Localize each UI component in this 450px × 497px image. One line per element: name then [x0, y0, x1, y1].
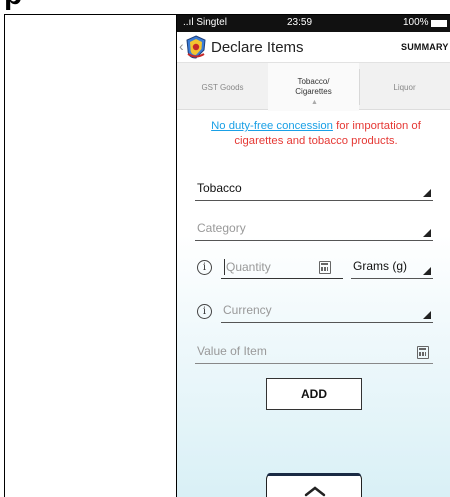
battery-percent: 100% [403, 17, 429, 28]
duty-free-concession-link[interactable]: No duty-free concession [211, 120, 333, 132]
expand-sheet-handle[interactable] [266, 473, 362, 497]
selected-type: Tobacco [197, 181, 242, 195]
dropdown-triangle-icon [423, 229, 431, 237]
tab-tobacco-cigarettes[interactable]: Tobacco/ Cigarettes ▲ [268, 63, 359, 111]
status-bar: ..ıl Singtel 23:59 100% [177, 15, 450, 32]
app-bar: ‹ Declare Items SUMMARY [177, 32, 450, 62]
chevron-up-icon [304, 486, 326, 497]
clock: 23:59 [287, 17, 313, 28]
carrier-label: ..ıl Singtel [183, 17, 227, 28]
battery-icon [431, 20, 447, 27]
category-placeholder: Category [197, 221, 246, 235]
add-button[interactable]: ADD [266, 378, 362, 410]
currency-placeholder: Currency [223, 303, 272, 317]
dropdown-triangle-icon [423, 311, 431, 319]
value-placeholder: Value of Item [197, 344, 267, 358]
tab-label: GST Goods [201, 82, 244, 92]
screen-title: Declare Items [211, 39, 304, 56]
back-chevron-icon[interactable]: ‹ [179, 38, 184, 54]
value-of-item-input[interactable]: Value of Item [195, 342, 433, 364]
phone-screen: ..ıl Singtel 23:59 100% ‹ Declare Items … [177, 15, 450, 497]
dropdown-triangle-icon [423, 267, 431, 275]
text-cursor [224, 259, 225, 275]
customs-crest-icon [186, 35, 206, 59]
quantity-placeholder: Quantity [226, 260, 271, 274]
tab-label: Tobacco/ Cigarettes [295, 77, 332, 96]
category-select[interactable]: Category [195, 219, 433, 241]
tab-liquor[interactable]: Liquor [359, 63, 450, 111]
tab-gst-goods[interactable]: GST Goods [177, 63, 268, 111]
quantity-input[interactable]: Quantity [221, 257, 343, 279]
calculator-icon[interactable] [417, 346, 429, 359]
selected-unit: Grams (g) [353, 259, 407, 273]
document-heading-fragment: p [4, 0, 22, 12]
sheet-handle-bar [267, 473, 361, 476]
quantity-info-icon[interactable]: i [197, 260, 212, 275]
category-tabs: GST Goods Tobacco/ Cigarettes ▲ Liquor [177, 62, 450, 111]
unit-select[interactable]: Grams (g) [351, 257, 433, 279]
tab-label: Liquor [393, 82, 416, 92]
currency-select[interactable]: Currency [221, 301, 433, 323]
summary-button[interactable]: SUMMARY [401, 42, 449, 52]
dropdown-triangle-icon [423, 189, 431, 197]
currency-info-icon[interactable]: i [197, 304, 212, 319]
calculator-icon[interactable] [319, 261, 331, 274]
duty-notice: No duty-free concession for importation … [187, 119, 445, 149]
tobacco-type-select[interactable]: Tobacco [195, 179, 433, 201]
active-tab-caret-icon: ▲ [311, 99, 318, 106]
